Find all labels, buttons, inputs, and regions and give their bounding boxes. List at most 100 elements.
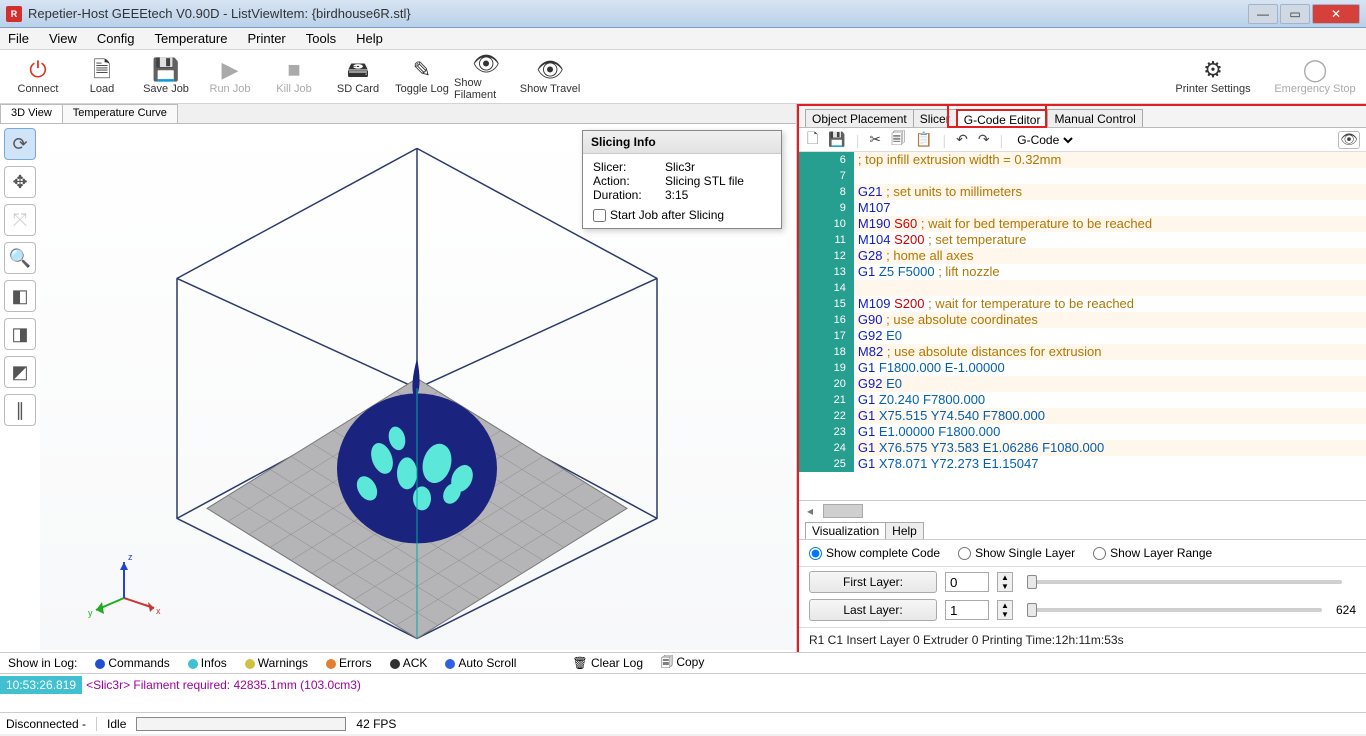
log-filter-commands[interactable]: Commands [95,656,169,670]
gcode-line[interactable]: 18M82 ; use absolute distances for extru… [799,344,1366,360]
kill-job-button[interactable]: ■Kill Job [262,52,326,102]
menu-file[interactable]: File [8,31,29,46]
preview-icon[interactable]: 👁 [1338,131,1360,149]
radio-single-layer[interactable]: Show Single Layer [958,546,1075,560]
menu-temperature[interactable]: Temperature [154,31,227,46]
maximize-button[interactable]: ▭ [1280,4,1310,24]
menu-printer[interactable]: Printer [247,31,285,46]
redo-icon[interactable]: ↷ [978,131,990,148]
gcode-line[interactable]: 21G1 Z0.240 F7800.000 [799,392,1366,408]
gcode-line[interactable]: 12G28 ; home all axes [799,248,1366,264]
gcode-line[interactable]: 23G1 E1.00000 F1800.000 [799,424,1366,440]
connect-button[interactable]: ⏻Connect [6,52,70,102]
save-icon[interactable]: 💾 [828,131,845,148]
show-filament-button[interactable]: 👁Show Filament [454,52,518,102]
paste-icon[interactable]: 📋 [915,131,932,148]
view-move-obj-icon[interactable]: ⤧ [4,204,36,236]
copy-icon[interactable]: 🗐 [891,128,905,152]
radio-layer-range[interactable]: Show Layer Range [1093,546,1212,560]
last-layer-slider[interactable] [1027,608,1322,612]
gcode-line[interactable]: 15M109 S200 ; wait for temperature to be… [799,296,1366,312]
emergency-stop-button[interactable]: ◯Emergency Stop [1270,52,1360,102]
view-iso-icon[interactable]: ◧ [4,280,36,312]
tab-object-placement[interactable]: Object Placement [805,109,914,127]
gcode-line[interactable]: 16G90 ; use absolute coordinates [799,312,1366,328]
printer-settings-button[interactable]: ⚙Printer Settings [1168,52,1258,102]
gcode-line[interactable]: 10M190 S60 ; wait for bed temperature to… [799,216,1366,232]
svg-text:y: y [88,608,93,618]
minimize-button[interactable]: — [1248,4,1278,24]
gcode-select[interactable]: G-Code [1013,132,1076,148]
subtab-help[interactable]: Help [885,522,924,539]
last-layer-button[interactable]: Last Layer: [809,599,937,621]
first-layer-slider[interactable] [1027,580,1342,584]
gcode-line[interactable]: 19G1 F1800.000 E-1.00000 [799,360,1366,376]
view-zoom-icon[interactable]: 🔍 [4,242,36,274]
log-filter-ack[interactable]: ACK [390,656,428,670]
show-travel-button[interactable]: 👁Show Travel [518,52,582,102]
last-layer-input[interactable] [945,600,989,620]
cut-icon[interactable]: ✂ [869,131,881,148]
log-filter-infos[interactable]: Infos [188,656,227,670]
view-front-icon[interactable]: ◨ [4,318,36,350]
last-layer-stepper[interactable]: ▲▼ [997,600,1013,620]
load-button[interactable]: 🗎Load [70,52,134,102]
left-tabs: 3D View Temperature Curve [0,104,796,124]
view-top-icon[interactable]: ◩ [4,356,36,388]
gcode-line[interactable]: 11M104 S200 ; set temperature [799,232,1366,248]
first-layer-button[interactable]: First Layer: [809,571,937,593]
tab-temperature-curve[interactable]: Temperature Curve [62,104,178,123]
right-tabs: Object Placement Slicer G-Code Editor Ma… [799,106,1366,128]
log-auto-scroll[interactable]: Auto Scroll [445,656,516,670]
start-after-slicing-checkbox[interactable] [593,209,606,222]
last-layer-max: 624 [1336,603,1356,617]
3d-viewport[interactable]: ⟳ ✥ ⤧ 🔍 ◧ ◨ ◩ ∥ [0,124,796,652]
tab-gcode-editor[interactable]: G-Code Editor [956,109,1049,127]
app-icon: R [6,6,22,22]
clear-log-button[interactable]: 🗑 Clear Log [572,656,643,670]
status-idle: Idle [107,717,126,731]
slicing-info-title: Slicing Info [583,131,781,154]
menu-config[interactable]: Config [97,31,135,46]
svg-text:x: x [156,606,161,616]
menu-tools[interactable]: Tools [306,31,336,46]
run-job-button[interactable]: ▶Run Job [198,52,262,102]
tab-3d-view[interactable]: 3D View [0,104,63,123]
gcode-line[interactable]: 9M107 [799,200,1366,216]
gcode-line[interactable]: 7 [799,168,1366,184]
first-layer-stepper[interactable]: ▲▼ [997,572,1013,592]
sd-card-button[interactable]: 🖴SD Card [326,52,390,102]
log-filter-errors[interactable]: Errors [326,656,372,670]
gcode-line[interactable]: 17G92 E0 [799,328,1366,344]
view-rotate-icon[interactable]: ⟳ [4,128,36,160]
copy-log-button[interactable]: 🗐 Copy [661,653,704,674]
gcode-line[interactable]: 24G1 X76.575 Y73.583 E1.06286 F1080.000 [799,440,1366,456]
tab-slicer[interactable]: Slicer [913,109,957,127]
gcode-line[interactable]: 14 [799,280,1366,296]
radio-complete-code[interactable]: Show complete Code [809,546,940,560]
gcode-line[interactable]: 8G21 ; set units to millimeters [799,184,1366,200]
save-job-button[interactable]: 💾Save Job [134,52,198,102]
gcode-line[interactable]: 6; top infill extrusion width = 0.32mm [799,152,1366,168]
undo-icon[interactable]: ↶ [956,131,968,148]
gcode-line[interactable]: 25G1 X78.071 Y72.273 E1.15047 [799,456,1366,472]
gcode-line[interactable]: 22G1 X75.515 Y74.540 F7800.000 [799,408,1366,424]
menu-help[interactable]: Help [356,31,383,46]
gcode-hscrollbar[interactable]: ◂ [799,500,1366,520]
first-layer-input[interactable] [945,572,989,592]
tab-manual-control[interactable]: Manual Control [1047,109,1142,127]
gcode-line[interactable]: 20G92 E0 [799,376,1366,392]
gcode-toolbar: 🗋 💾 | ✂ 🗐 📋 | ↶ ↷ | G-Code 👁 [799,128,1366,152]
new-file-icon[interactable]: 🗋 [807,128,818,152]
gcode-editor[interactable]: 6; top infill extrusion width = 0.32mm78… [799,152,1366,500]
menu-view[interactable]: View [49,31,77,46]
close-button[interactable]: ✕ [1312,4,1360,24]
subtab-visualization[interactable]: Visualization [805,522,886,539]
toggle-log-button[interactable]: ✎Toggle Log [390,52,454,102]
view-parallel-icon[interactable]: ∥ [4,394,36,426]
log-filter-warnings[interactable]: Warnings [245,656,308,670]
log-area[interactable]: 10:53:26.819 <Slic3r> Filament required:… [0,674,1366,696]
status-connection: Disconnected - [6,717,86,731]
view-move-icon[interactable]: ✥ [4,166,36,198]
gcode-line[interactable]: 13G1 Z5 F5000 ; lift nozzle [799,264,1366,280]
